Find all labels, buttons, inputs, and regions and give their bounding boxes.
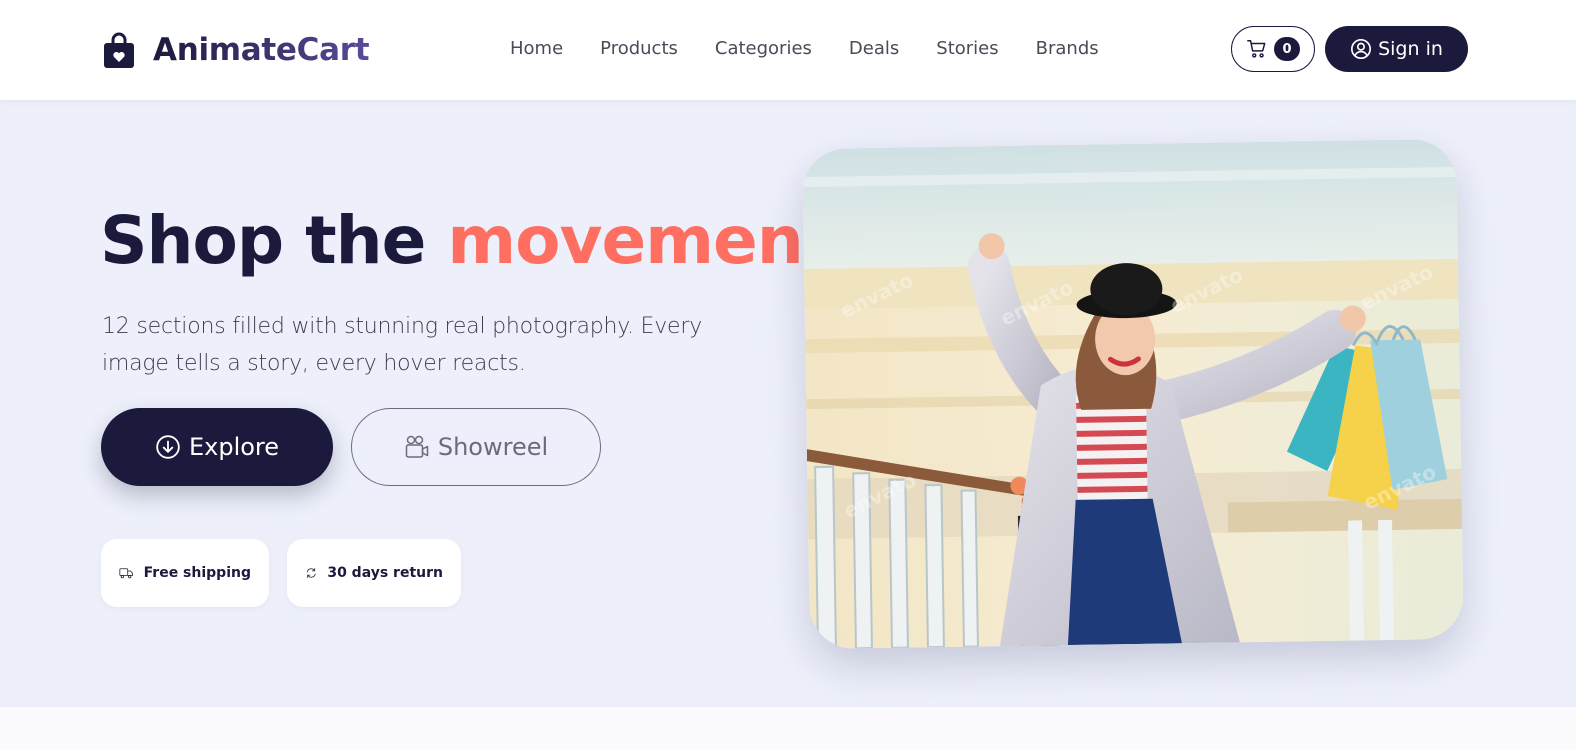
showreel-button[interactable]: Showreel [351,408,601,486]
arrow-down-circle-icon [156,435,180,459]
shopping-bag-heart-icon [104,32,134,68]
hero-photo-illustration: envato envato envato envato envato envat… [802,138,1464,650]
cart-button[interactable]: 0 [1231,26,1315,72]
navbar: AnimateCart Home Products Categories Dea… [0,0,1576,100]
brand-name: AnimateCart [153,32,370,68]
nav-link-categories[interactable]: Categories [715,36,812,62]
main-nav: Home Products Categories Deals Stories B… [510,36,1136,62]
free-shipping-label: Free shipping [143,565,251,581]
brand-logo-link[interactable]: AnimateCart [103,30,370,70]
showreel-label: Showreel [437,433,549,461]
arrow-repeat-icon [306,568,316,578]
hero-title-start: Shop the [100,202,448,279]
explore-label: Explore [188,433,280,461]
return-policy-badge: 30 days return [287,539,461,607]
nav-link-deals[interactable]: Deals [849,36,899,62]
hero-section: Shop the movement 12 sections filled wit… [0,100,1576,707]
nav-link-products[interactable]: Products [600,36,678,62]
nav-link-stories[interactable]: Stories [936,36,998,62]
sign-in-button[interactable]: Sign in [1325,26,1468,72]
return-policy-label: 30 days return [327,565,443,581]
user-circle-icon [1351,39,1372,59]
camera-reels-icon [405,435,429,458]
cart-count-badge: 0 [1274,37,1300,61]
nav-link-brands[interactable]: Brands [1036,36,1099,62]
sign-in-label: Sign in [1378,38,1443,60]
next-section-edge [0,707,1576,750]
free-shipping-badge: Free shipping [101,539,269,607]
cart-icon [1247,40,1266,58]
explore-button[interactable]: Explore [101,408,333,486]
truck-icon [119,568,133,579]
hero-title-accent: movement [447,202,834,279]
hero-title: Shop the movement [100,198,834,284]
hero-image: envato envato envato envato envato envat… [802,138,1464,650]
nav-link-home[interactable]: Home [510,36,563,62]
hero-subtitle: 12 sections filled with stunning real ph… [102,314,703,376]
